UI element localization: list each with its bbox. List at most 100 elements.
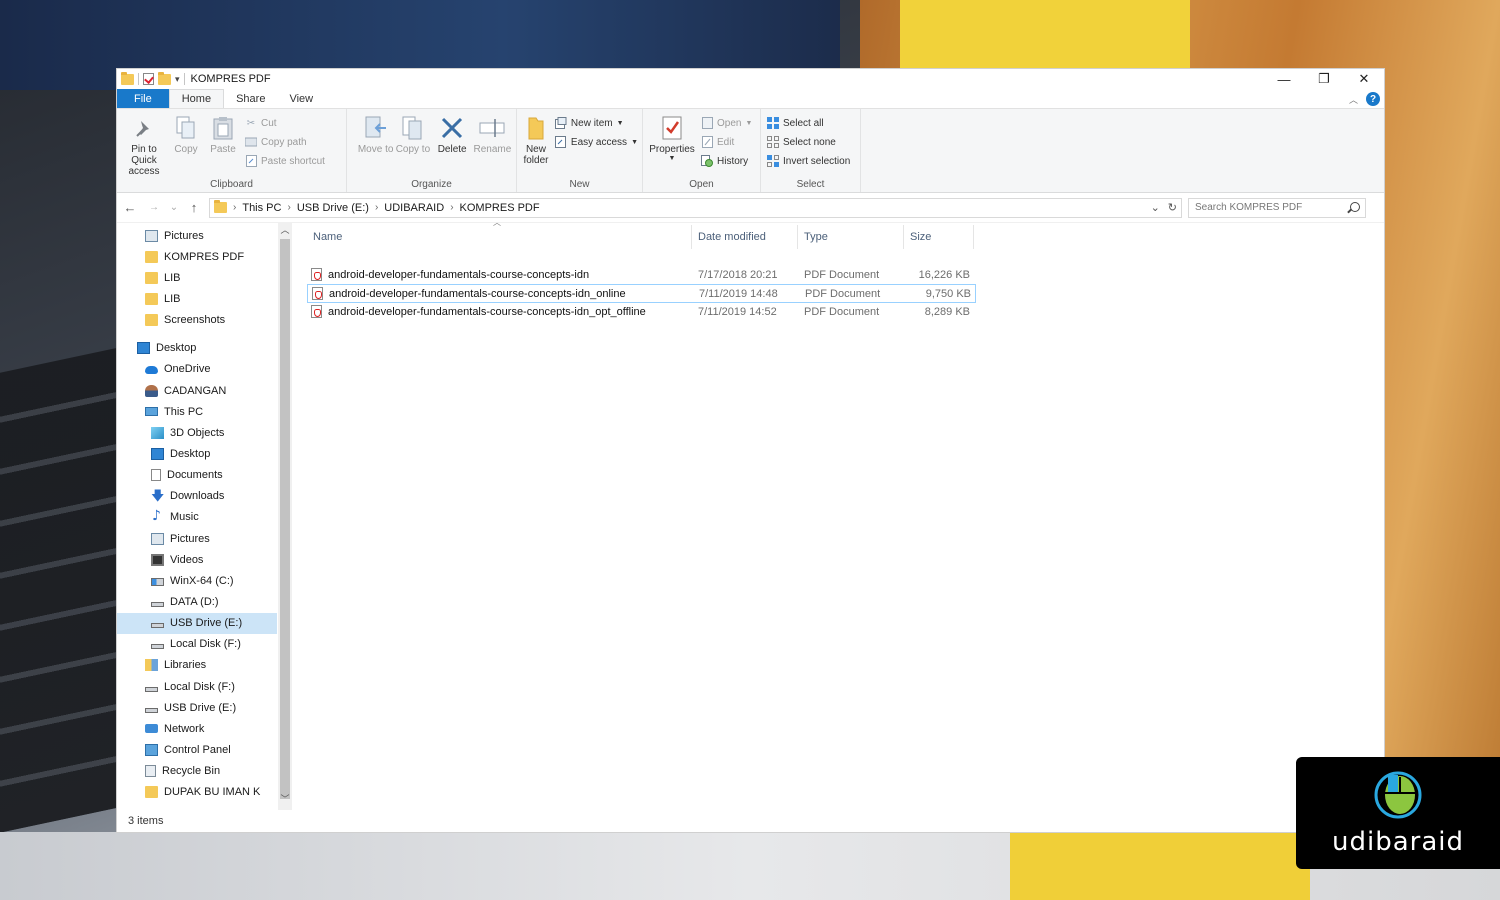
sidebar-item-desktop[interactable]: Desktop — [117, 338, 293, 359]
collapse-ribbon-icon[interactable]: ︿ — [1349, 93, 1358, 106]
videos-icon — [151, 553, 164, 566]
new-item-button[interactable]: New item ▼ — [554, 115, 638, 131]
address-bar[interactable]: › This PC › USB Drive (E:) › UDIBARAID ›… — [209, 197, 1182, 218]
paste-shortcut-button[interactable]: Paste shortcut — [245, 153, 325, 169]
close-button[interactable]: ✕ — [1344, 69, 1384, 89]
breadcrumb-udibaraid[interactable]: UDIBARAID — [384, 202, 444, 214]
sidebar-item-recycle-bin[interactable]: Recycle Bin — [117, 761, 293, 782]
ribbon-tabs: File Home Share View ︿ ? — [117, 89, 1384, 109]
navigation-scrollbar[interactable]: ︿ ﹀ — [278, 223, 292, 810]
scissors-icon: ✂ — [246, 117, 256, 129]
sidebar-item-onedrive[interactable]: OneDrive — [117, 359, 293, 380]
sidebar-item-pictures[interactable]: Pictures — [117, 528, 293, 549]
minimize-button[interactable]: — — [1264, 69, 1304, 89]
sidebar-item-downloads[interactable]: Downloads — [117, 486, 293, 509]
file-name: android-developer-fundamentals-course-co… — [329, 287, 626, 300]
open-button[interactable]: Open ▼ — [701, 115, 752, 131]
organize-group-label: Organize — [411, 179, 452, 190]
scroll-down-icon[interactable]: ﹀ — [278, 792, 292, 806]
invert-selection-button[interactable]: Invert selection — [767, 153, 850, 169]
sidebar-item-data-d[interactable]: DATA (D:) — [117, 591, 293, 612]
sidebar-item-music[interactable]: Music — [117, 507, 293, 528]
sidebar-item-cadangan[interactable]: CADANGAN — [117, 380, 293, 401]
sidebar-item-videos[interactable]: Videos — [117, 549, 293, 570]
tab-file[interactable]: File — [117, 89, 169, 108]
properties-icon[interactable] — [143, 73, 154, 85]
pin-icon — [131, 115, 157, 141]
sidebar-item-documents[interactable]: Documents — [117, 465, 293, 486]
breadcrumb-kompres-pdf[interactable]: KOMPRES PDF — [460, 202, 540, 214]
column-header-name[interactable]: Name — [307, 225, 692, 249]
sidebar-item-label: OneDrive — [164, 363, 211, 376]
back-arrow-icon[interactable]: ← — [121, 200, 139, 215]
sidebar-item-this-pc[interactable]: This PC — [117, 401, 293, 422]
sidebar-item-dupak-bu-iman-k[interactable]: DUPAK BU IMAN K — [117, 782, 293, 803]
column-header-size[interactable]: Size — [904, 225, 974, 249]
refresh-icon[interactable]: ↻ — [1168, 201, 1177, 214]
help-icon[interactable]: ? — [1366, 92, 1380, 106]
sidebar-item-usb-drive-e[interactable]: USB Drive (E:) — [117, 612, 277, 634]
sidebar-item-lib[interactable]: LIB📌 — [117, 288, 293, 309]
restore-button[interactable]: ❐ — [1304, 69, 1344, 89]
new-folder-icon[interactable] — [158, 71, 171, 85]
sidebar-item-label: Libraries — [164, 659, 207, 672]
sidebar-item-lib[interactable]: LIB📌 — [117, 267, 293, 288]
window-controls: — ❐ ✕ — [1264, 69, 1384, 89]
breadcrumb-separator-icon[interactable]: › — [375, 202, 378, 213]
file-row[interactable]: android-developer-fundamentals-course-co… — [307, 265, 974, 284]
sidebar-item-network[interactable]: Network — [117, 718, 293, 739]
quick-access-toolbar: ▾ — [117, 71, 185, 85]
search-input[interactable]: Search KOMPRES PDF — [1188, 197, 1366, 218]
sidebar-item-label: 3D Objects — [170, 426, 225, 439]
recent-locations-chevron-icon[interactable]: ⌄ — [169, 202, 179, 213]
libraries-icon — [145, 659, 158, 672]
tab-share[interactable]: Share — [224, 89, 277, 108]
scrollbar-thumb[interactable] — [280, 239, 290, 799]
address-dropdown-chevron-icon[interactable]: ⌄ — [1151, 201, 1160, 214]
easy-access-button[interactable]: Easy access ▼ — [555, 134, 638, 150]
sidebar-item-local-disk-f[interactable]: Local Disk (F:) — [117, 634, 293, 655]
scroll-up-icon[interactable]: ︿ — [278, 223, 292, 237]
invert-selection-label: Invert selection — [783, 155, 851, 167]
column-header-date-modified[interactable]: Date modified — [692, 225, 798, 249]
breadcrumb-usb-drive[interactable]: USB Drive (E:) — [297, 202, 369, 214]
sidebar-item-winx-64-c[interactable]: WinX-64 (C:) — [117, 570, 293, 591]
sidebar-item-local-disk-f[interactable]: Local Disk (F:) — [117, 676, 293, 697]
select-none-button[interactable]: Select none — [767, 134, 850, 150]
breadcrumb-separator-icon[interactable]: › — [233, 202, 236, 213]
select-none-icon — [767, 136, 779, 148]
cut-button[interactable]: ✂ Cut — [245, 115, 325, 131]
new-folder-icon — [523, 115, 549, 141]
copy-path-button[interactable]: Copy path — [245, 134, 325, 150]
up-arrow-icon[interactable]: ↑ — [185, 200, 203, 215]
sidebar-item-libraries[interactable]: Libraries — [117, 655, 293, 676]
customize-toolbar-chevron-icon[interactable]: ▾ — [175, 74, 180, 85]
history-icon — [701, 155, 713, 167]
breadcrumb-this-pc[interactable]: This PC — [242, 202, 281, 214]
organize-group: Move to Copy to Delete Rename Organize — [347, 109, 517, 192]
breadcrumb-separator-icon[interactable]: › — [450, 202, 453, 213]
file-name-cell: android-developer-fundamentals-course-co… — [307, 305, 692, 318]
sidebar-item-label: LIB — [164, 292, 181, 305]
sidebar-item-control-panel[interactable]: Control Panel — [117, 739, 293, 760]
column-header-type[interactable]: Type — [798, 225, 904, 249]
new-item-icon — [554, 117, 567, 129]
copy-to-icon — [400, 115, 426, 141]
breadcrumb-separator-icon[interactable]: › — [287, 202, 290, 213]
sidebar-item-pictures[interactable]: Pictures📌 — [117, 225, 293, 246]
sidebar-item-3d-objects[interactable]: 3D Objects — [117, 422, 293, 443]
move-to-label: Move to — [357, 144, 394, 155]
navigation-pane: Pictures📌KOMPRES PDF📌LIB📌LIB📌Screenshots… — [117, 223, 293, 810]
select-all-button[interactable]: Select all — [767, 115, 850, 131]
tab-view[interactable]: View — [277, 89, 325, 108]
file-row[interactable]: android-developer-fundamentals-course-co… — [307, 302, 974, 321]
history-button[interactable]: History — [701, 153, 752, 169]
sidebar-item-desktop[interactable]: Desktop — [117, 443, 293, 464]
forward-arrow-icon[interactable]: → — [145, 202, 163, 213]
sidebar-item-usb-drive-e[interactable]: USB Drive (E:) — [117, 697, 293, 718]
sidebar-item-kompres-pdf[interactable]: KOMPRES PDF📌 — [117, 246, 293, 267]
file-row[interactable]: android-developer-fundamentals-course-co… — [307, 284, 976, 303]
sidebar-item-screenshots[interactable]: Screenshots — [117, 310, 293, 331]
tab-home[interactable]: Home — [168, 89, 225, 108]
edit-button[interactable]: Edit — [701, 134, 752, 150]
